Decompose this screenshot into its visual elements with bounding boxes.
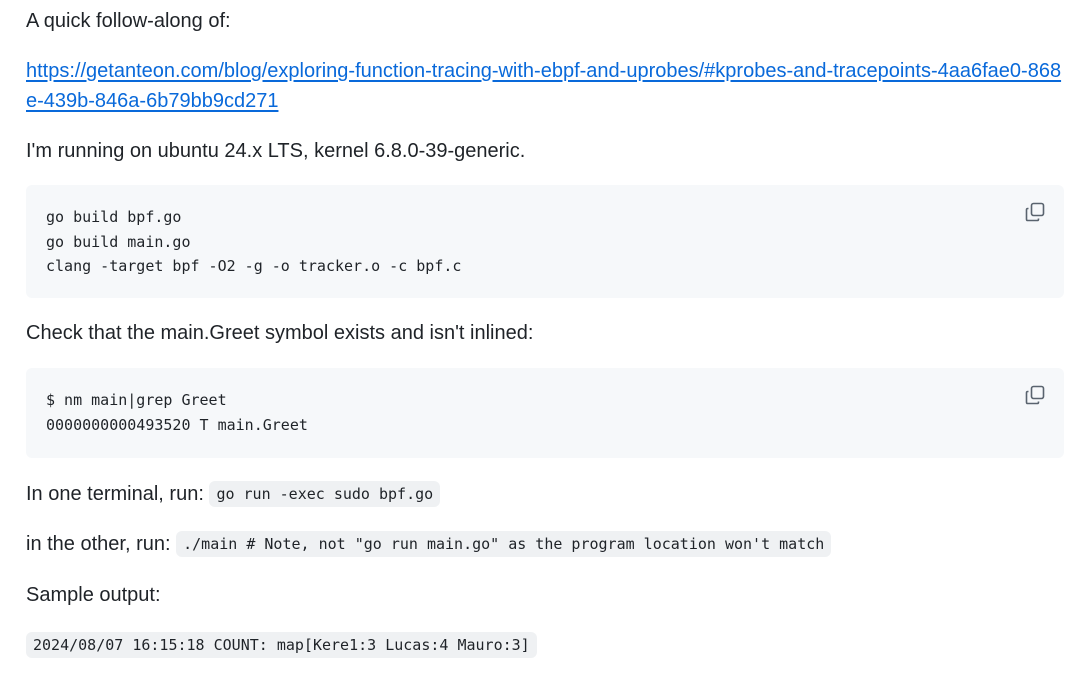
check-symbol-text: Check that the main.Greet symbol exists … [26, 322, 534, 344]
environment-text: I'm running on ubuntu 24.x LTS, kernel 6… [26, 140, 526, 162]
terminal-one-code: go run -exec sudo bpf.go [209, 481, 441, 507]
terminal-two-code: ./main # Note, not "go run main.go" as t… [176, 531, 832, 557]
terminal-two-paragraph: in the other, run: ./main # Note, not "g… [26, 529, 832, 560]
sample-output-code: 2024/08/07 16:15:18 COUNT: map[Kere1:3 L… [26, 632, 537, 658]
reference-link-paragraph: https://getanteon.com/blog/exploring-fun… [26, 56, 1066, 116]
nm-code: $ nm main|grep Greet 0000000000493520 T … [46, 391, 308, 434]
copy-icon [1024, 384, 1046, 406]
copy-build-button[interactable] [1024, 201, 1046, 223]
terminal-two-label: in the other, run: [26, 533, 171, 555]
sample-output-label: Sample output: [26, 584, 161, 606]
build-code-block: go build bpf.go go build main.go clang -… [26, 185, 1064, 298]
terminal-one-paragraph: In one terminal, run: go run -exec sudo … [26, 479, 441, 510]
terminal-one-label: In one terminal, run: [26, 483, 204, 505]
reference-link[interactable]: https://getanteon.com/blog/exploring-fun… [26, 60, 1061, 112]
copy-icon [1024, 201, 1046, 223]
build-code: go build bpf.go go build main.go clang -… [46, 208, 462, 275]
intro-text: A quick follow-along of: [26, 10, 231, 32]
nm-code-block: $ nm main|grep Greet 0000000000493520 T … [26, 368, 1064, 458]
copy-nm-button[interactable] [1024, 384, 1046, 406]
